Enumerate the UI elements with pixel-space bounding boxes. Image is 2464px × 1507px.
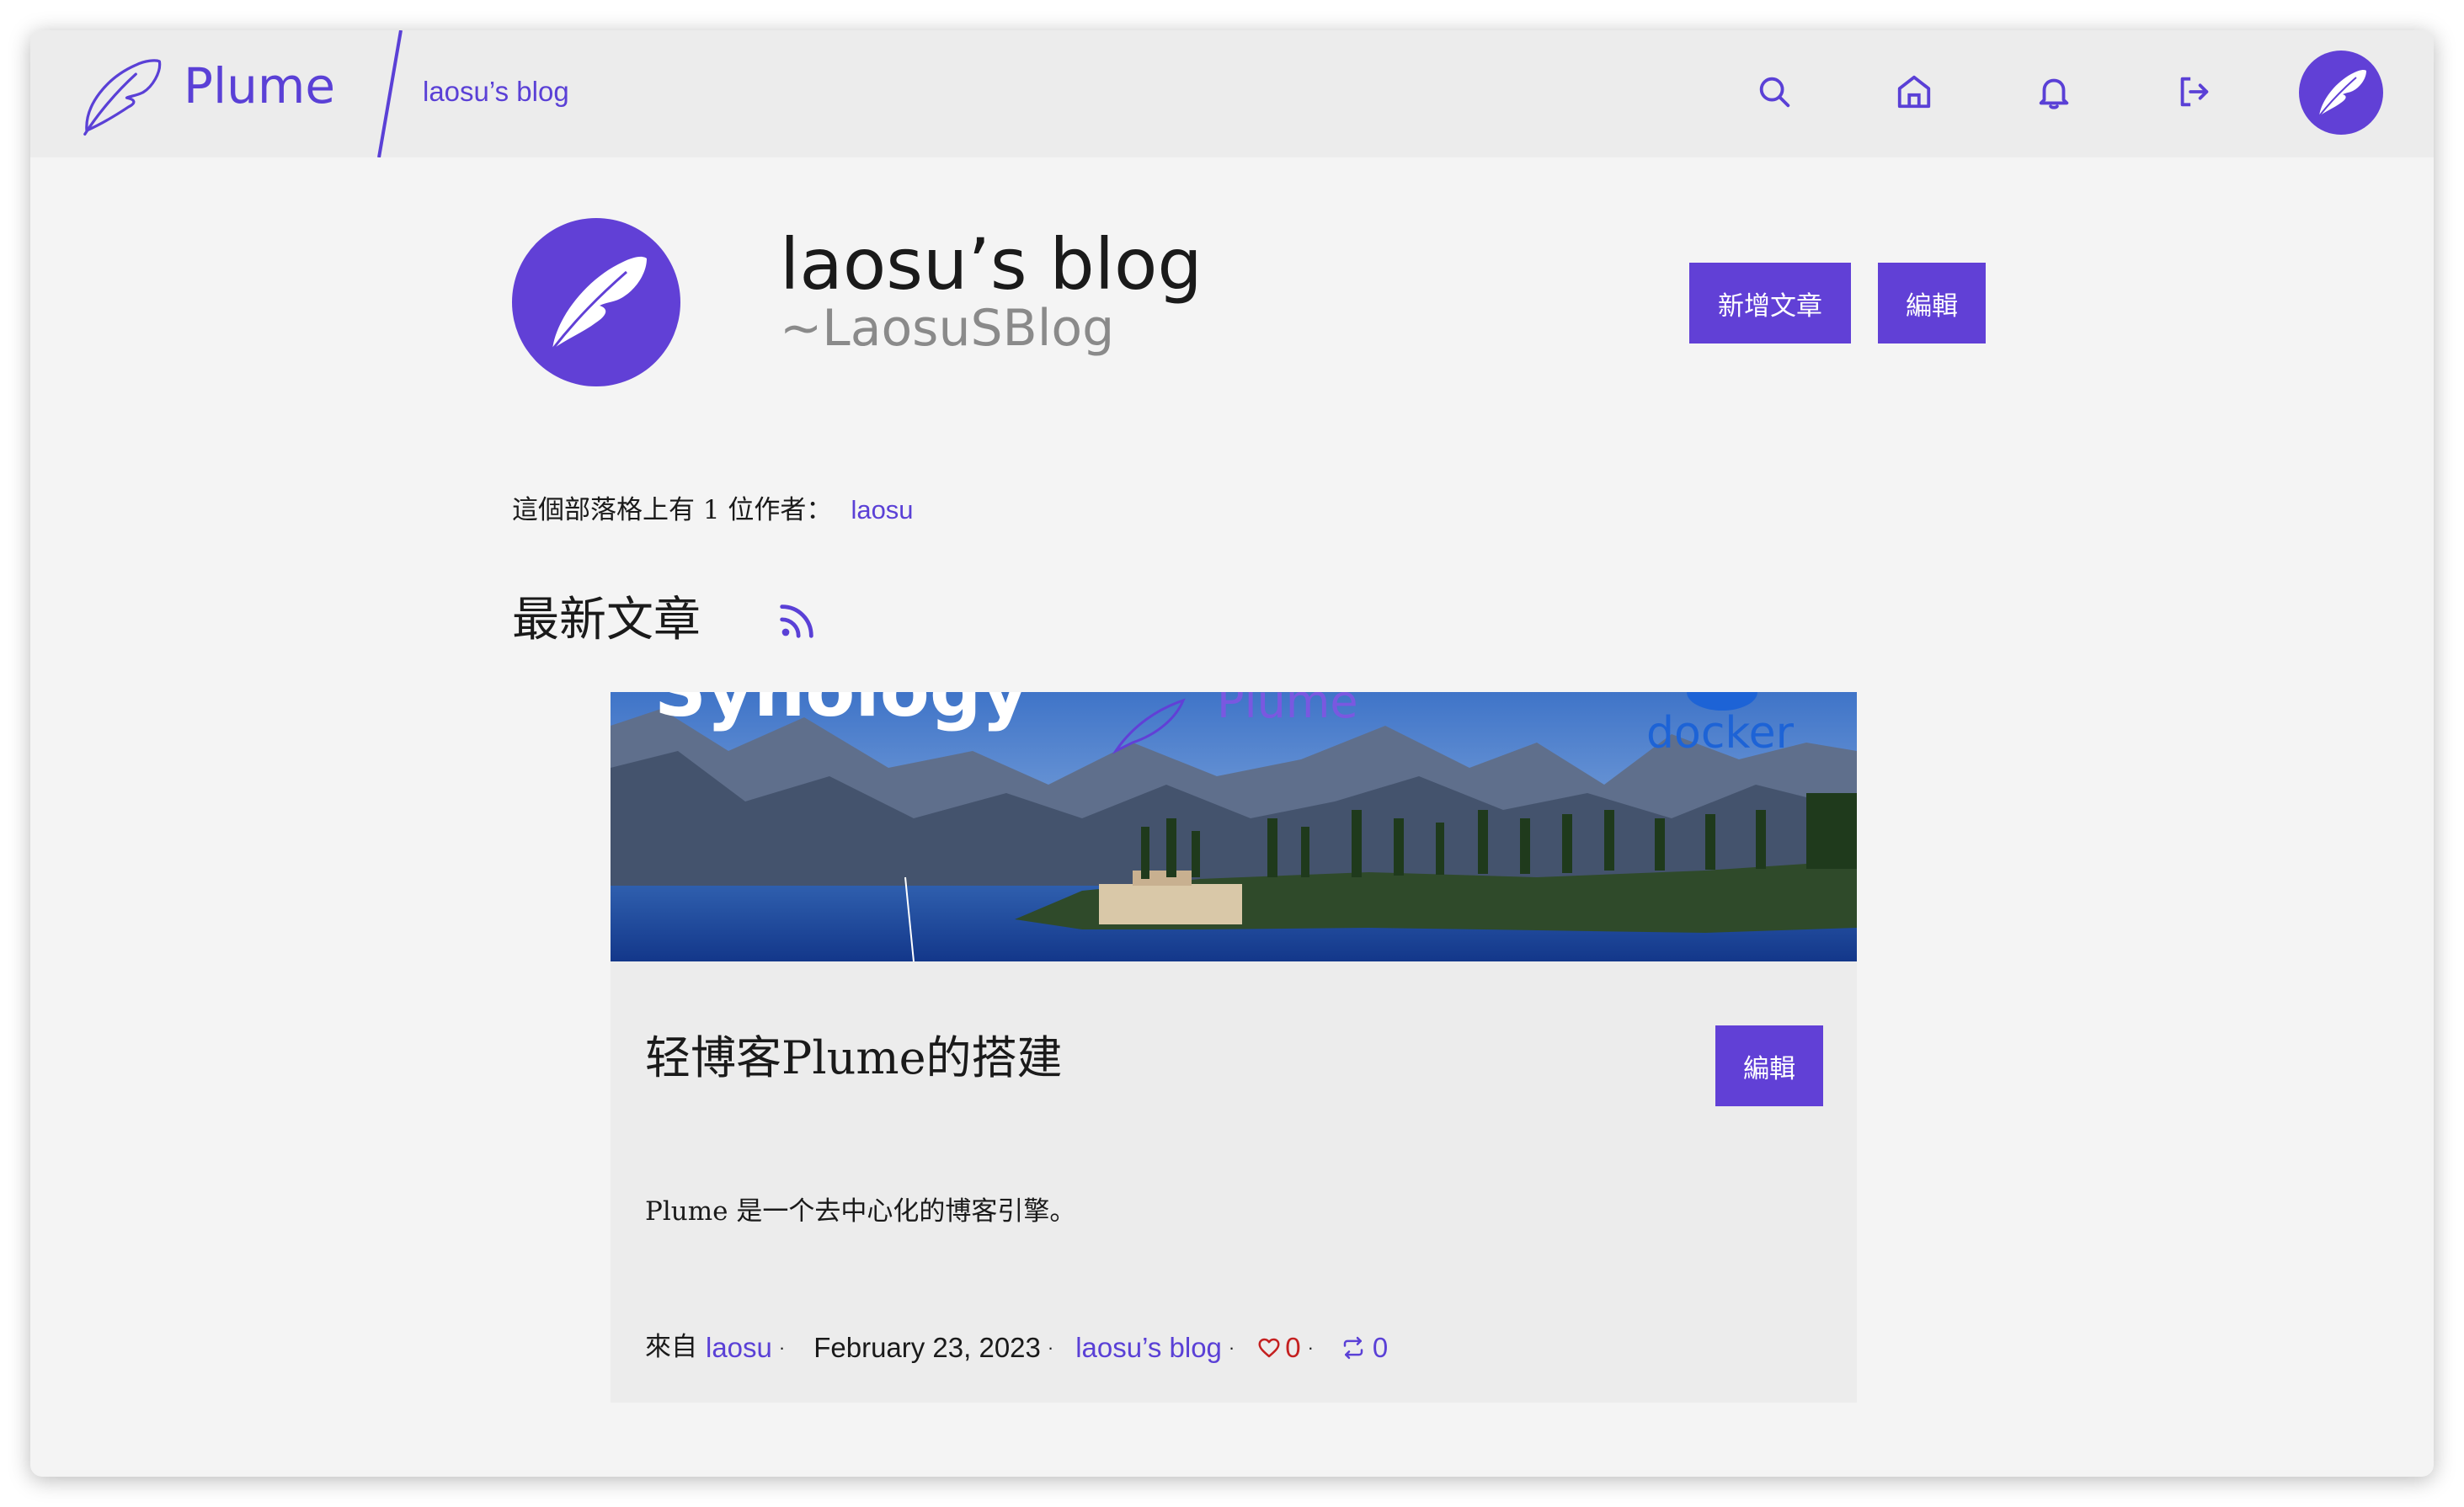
lake-landscape-image: Synology Plume docker — [611, 692, 1857, 961]
blog-title: laosu’s blog — [780, 223, 1203, 306]
header-divider — [377, 30, 403, 157]
article-cover-image[interactable]: Synology Plume docker — [611, 692, 1857, 961]
browser-window: Plume laosu’s blog laosu’s blog ~LaosuSB… — [30, 30, 2434, 1477]
site-header: Plume laosu’s blog — [30, 30, 2434, 157]
authors-prefix: 這個部落格上有 1 位作者： — [512, 495, 833, 525]
feather-logo-icon[interactable] — [76, 51, 167, 141]
search-icon[interactable] — [1755, 72, 1794, 111]
meta-separator: · — [1307, 1336, 1314, 1358]
user-avatar[interactable] — [2299, 51, 2383, 135]
feather-icon — [2318, 69, 2366, 117]
latest-articles-title: 最新文章 — [512, 593, 701, 647]
article-excerpt: Plume 是一个去中心化的博客引擎。 — [645, 1196, 1076, 1227]
blog-avatar — [512, 218, 680, 386]
edit-blog-button[interactable]: 編輯 — [1878, 263, 1986, 343]
cover-text-plume: Plume — [1217, 692, 1358, 728]
edit-article-button[interactable]: 編輯 — [1715, 1025, 1823, 1106]
article-title[interactable]: 轻博客Plume的搭建 — [645, 1029, 1063, 1088]
likes-count[interactable]: 0 — [1256, 1329, 1301, 1367]
logout-icon[interactable] — [2174, 72, 2213, 111]
home-icon[interactable] — [1895, 72, 1933, 111]
from-label: 來自 — [645, 1332, 697, 1363]
blog-handle: ~LaosuSBlog — [780, 299, 1115, 358]
meta-separator: · — [1228, 1336, 1235, 1358]
heart-icon — [1258, 1338, 1280, 1358]
article-meta: 來自 laosu · February 23, 2023 · laosu’s b… — [645, 1329, 1388, 1367]
author-link[interactable]: laosu — [851, 495, 913, 525]
meta-separator: · — [1047, 1336, 1054, 1358]
article-blog-link[interactable]: laosu’s blog — [1075, 1329, 1222, 1367]
article-date: February 23, 2023 — [813, 1332, 1041, 1363]
article-author-link[interactable]: laosu — [706, 1329, 772, 1367]
cover-text-docker: docker — [1646, 708, 1795, 759]
reshares-value: 0 — [1372, 1332, 1389, 1363]
new-article-button[interactable]: 新增文章 — [1689, 263, 1851, 343]
reshares-count[interactable]: 0 — [1341, 1329, 1388, 1367]
rss-icon[interactable] — [775, 599, 819, 643]
header-blog-link[interactable]: laosu’s blog — [423, 72, 569, 111]
repeat-icon — [1343, 1336, 1363, 1360]
bell-icon[interactable] — [2035, 72, 2073, 111]
meta-separator: · — [778, 1336, 786, 1358]
likes-value: 0 — [1285, 1332, 1301, 1363]
app-name[interactable]: Plume — [184, 57, 335, 116]
feather-icon — [551, 256, 647, 350]
authors-line: 這個部落格上有 1 位作者： laosu — [512, 492, 914, 529]
article-card: Synology Plume docker 轻博客Plume的搭建 編輯 Plu… — [611, 692, 1857, 1403]
cover-text-synology: Synology — [654, 692, 1029, 733]
